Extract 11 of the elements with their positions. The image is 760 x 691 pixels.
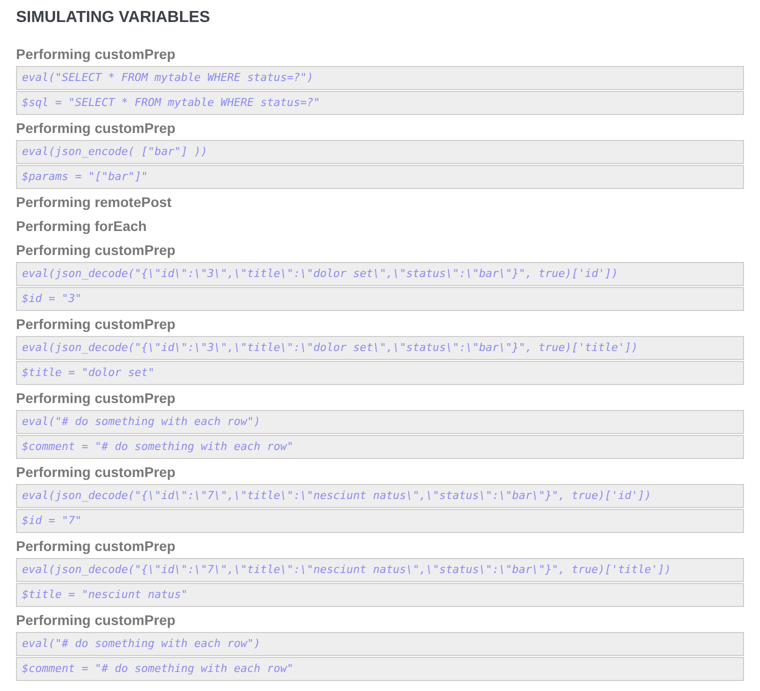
step-heading: Performing customPrep [16, 45, 176, 64]
step-heading: Performing customPrep [16, 611, 176, 630]
step-heading: Performing customPrep [16, 463, 176, 482]
page-title: SIMULATING VARIABLES [16, 8, 212, 28]
step-heading: Performing customPrep [16, 241, 176, 260]
step-heading: Performing customPrep [16, 315, 176, 334]
step-heading: Performing customPrep [16, 389, 176, 408]
step-heading: Performing forEach [16, 217, 148, 236]
step-heading: Performing customPrep [16, 537, 176, 556]
step-heading: Performing remotePost [16, 193, 173, 212]
step-heading: Performing customPrep [16, 119, 176, 138]
